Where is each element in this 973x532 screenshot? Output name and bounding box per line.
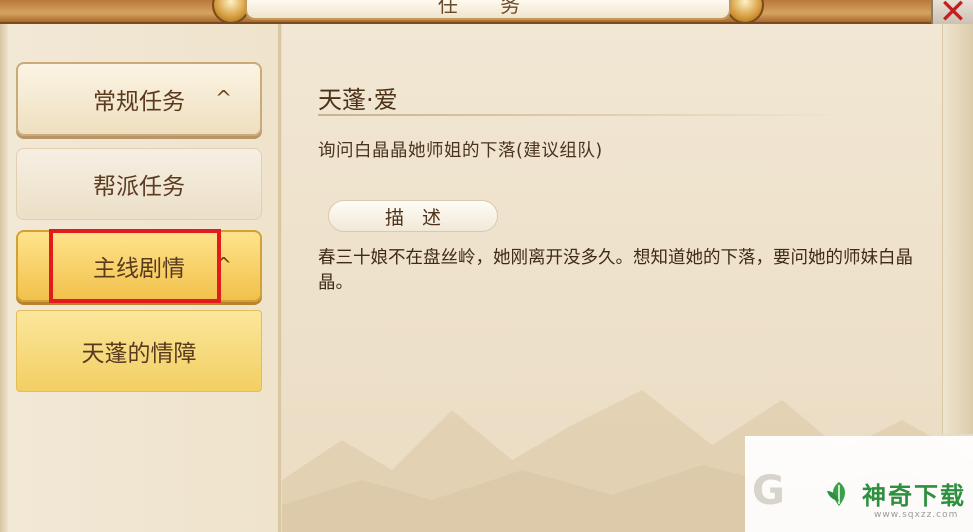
quest-item-label: 天蓬的情障 — [81, 341, 197, 367]
quest-description: 春三十娘不在盘丝岭，她刚离开没多久。想知道她的下落，要问她的师妹白晶晶。 — [318, 248, 913, 293]
window-title: 任 务 — [245, 0, 731, 20]
tab-label: 常规任务 — [93, 89, 185, 115]
panel-right-edge — [942, 24, 973, 434]
watermark-url: www.sqxzz.com — [874, 510, 959, 520]
quest-objective: 询问白晶晶她师姐的下落(建议组队) — [318, 141, 603, 161]
chevron-up-icon: ^ — [215, 85, 232, 110]
annotation-highlight-box — [49, 229, 221, 303]
quest-item-tianpeng[interactable]: 天蓬的情障 — [16, 310, 262, 392]
watermark-brand: 神奇下载 — [862, 482, 966, 510]
description-header: 描述 — [328, 200, 498, 232]
watermark-g-logo: G — [752, 468, 785, 514]
sidebar-edge — [0, 24, 8, 532]
tab-regular-quests[interactable]: 常规任务 ^ — [16, 62, 262, 136]
tab-label: 帮派任务 — [93, 174, 185, 200]
title-divider — [318, 114, 848, 116]
leaf-logo-icon — [827, 482, 846, 506]
quest-title: 天蓬·爱 — [318, 86, 398, 114]
tab-guild-quests[interactable]: 帮派任务 — [16, 148, 262, 220]
